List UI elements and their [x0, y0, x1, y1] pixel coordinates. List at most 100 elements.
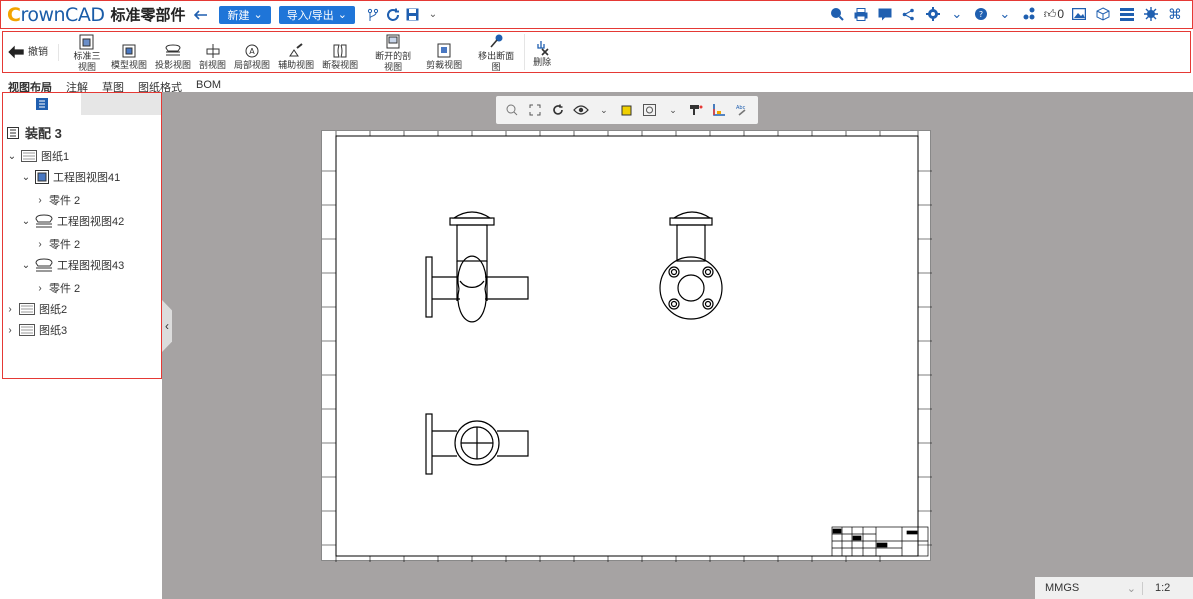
comment-icon[interactable] [876, 5, 894, 23]
side-view [659, 211, 723, 320]
break-view-button[interactable]: 断裂视图 [318, 43, 362, 71]
projection-view-icon [165, 44, 181, 56]
tree-item-part-41[interactable]: › 零件 2 [35, 192, 80, 208]
properties-tab[interactable] [81, 93, 161, 115]
plugin-icon[interactable] [1142, 5, 1160, 23]
section-dropdown-icon[interactable]: ⌄ [664, 101, 682, 119]
image-icon[interactable] [1070, 5, 1088, 23]
display-style-icon[interactable] [618, 101, 636, 119]
tree-item-view41[interactable]: ⌄ 工程图视图41 [21, 169, 120, 185]
share-icon[interactable] [900, 5, 918, 23]
model-view-icon [122, 44, 136, 58]
crowncad-logo[interactable]: CrownCAD [7, 4, 105, 26]
chevron-down-icon[interactable]: ⌄ [21, 172, 31, 183]
ribbon-label: 断裂视图 [322, 60, 359, 70]
import-export-button[interactable]: 导入/导出 ⌄ [278, 5, 355, 24]
print-icon[interactable] [852, 5, 870, 23]
branch-icon[interactable] [363, 5, 383, 25]
tree-tab[interactable] [3, 93, 81, 115]
chevron-down-icon[interactable]: ⌄ [21, 260, 31, 271]
standard-three-view-button[interactable]: 标准三视图 [67, 34, 107, 73]
sheet-icon [19, 303, 35, 315]
visibility-icon[interactable] [572, 101, 590, 119]
refresh-icon[interactable] [383, 5, 403, 25]
help-dropdown-icon[interactable]: ⌄ [996, 5, 1014, 23]
chevron-right-icon[interactable]: › [5, 304, 15, 315]
ribbon-label: 标准三视图 [73, 51, 101, 72]
save-dropdown-icon[interactable]: ⌄ [423, 5, 443, 25]
tree-item-label: 零件 2 [49, 283, 81, 295]
feature-tree-panel: 装配 3 ⌄ 图纸1 ⌄ 工程图视图41 › 零件 2 ⌄ 工程图视图42 › … [2, 92, 162, 379]
break-view-icon [333, 44, 347, 58]
ribbon-label: 剖视图 [199, 60, 227, 70]
ribbon-label: 局部视图 [234, 60, 271, 70]
chevron-down-icon[interactable]: ⌄ [7, 151, 17, 162]
assembly-icon [7, 126, 19, 139]
annotation-toggle-icon[interactable]: Abc [733, 101, 751, 119]
fit-view-icon[interactable] [526, 101, 544, 119]
crop-view-icon [437, 43, 451, 58]
cube-icon[interactable] [1094, 5, 1112, 23]
projection-view-button[interactable]: 投影视图 [151, 43, 195, 71]
tree-root-label: 装配 3 [25, 126, 62, 141]
layers-icon[interactable] [1118, 5, 1136, 23]
detail-view-icon: A [245, 44, 259, 58]
appearance-icon[interactable] [687, 101, 705, 119]
units-select[interactable]: MMGS ⌄ [1035, 581, 1143, 595]
chevron-down-icon[interactable]: ⌄ [21, 216, 31, 227]
front-view [425, 211, 529, 323]
section-display-icon[interactable] [641, 101, 659, 119]
detail-view-button[interactable]: A 局部视图 [230, 43, 274, 71]
tree-item-sheet3[interactable]: › 图纸3 [5, 322, 67, 338]
command-icon[interactable]: ⌘ [1166, 5, 1184, 23]
ribbon-label: 移出断面图 [478, 51, 515, 72]
zoom-icon[interactable] [503, 101, 521, 119]
back-arrow-icon[interactable] [191, 5, 211, 25]
chevron-right-icon[interactable]: › [5, 325, 15, 336]
tree-item-part-42[interactable]: › 零件 2 [35, 236, 80, 252]
chevron-right-icon[interactable]: › [35, 239, 45, 250]
tree-item-label: 零件 2 [49, 195, 81, 207]
visibility-dropdown-icon[interactable]: ⌄ [595, 101, 613, 119]
top-view [425, 413, 529, 475]
network-icon[interactable] [1020, 5, 1038, 23]
tree-item-sheet1[interactable]: ⌄ 图纸1 [7, 148, 69, 164]
undo-button[interactable]: 撤销 [3, 44, 59, 61]
tree-item-sheet2[interactable]: › 图纸2 [5, 301, 67, 317]
search-icon[interactable] [828, 5, 846, 23]
tree-item-view42[interactable]: ⌄ 工程图视图42 [21, 213, 124, 229]
chevron-left-icon: ‹ [165, 319, 169, 333]
rotate-icon[interactable] [549, 101, 567, 119]
removed-section-button[interactable]: 移出断面图 [472, 34, 520, 73]
crop-view-button[interactable]: 剪裁视图 [422, 43, 466, 71]
tree-item-part-43[interactable]: › 零件 2 [35, 280, 80, 296]
settings-dropdown-icon[interactable]: ⌄ [948, 5, 966, 23]
undo-arrow-icon [8, 45, 24, 59]
save-icon[interactable] [403, 5, 423, 25]
delete-button[interactable]: 删除 [529, 40, 555, 68]
new-button[interactable]: 新建 ⌄ [219, 5, 271, 24]
chevron-right-icon[interactable]: › [35, 283, 45, 294]
view-toolbar: ⌄ ⌄ Abc [496, 96, 758, 124]
like-icon[interactable]: 👍︎ 0 [1044, 5, 1064, 23]
section-view-button[interactable]: 剖视图 [195, 43, 230, 71]
scale-value[interactable]: 1:2 [1143, 582, 1170, 594]
axis-icon[interactable] [710, 101, 728, 119]
svg-text:?: ? [979, 10, 983, 19]
chevron-right-icon[interactable]: › [35, 195, 45, 206]
tree-item-label: 工程图视图43 [57, 260, 125, 272]
tree-root[interactable]: 装配 3 [3, 115, 161, 142]
top-right-toolbar: ⌄ ? ⌄ 👍︎ 0 ⌘ [828, 5, 1184, 23]
model-view-button[interactable]: 模型视图 [107, 43, 151, 71]
units-value: MMGS [1045, 581, 1080, 594]
broken-out-section-button[interactable]: 断开的剖视图 [368, 34, 418, 73]
standard-view-icon [79, 34, 94, 50]
status-bar: MMGS ⌄ 1:2 [1035, 577, 1193, 599]
auxiliary-view-icon [289, 43, 303, 57]
settings-icon[interactable] [924, 5, 942, 23]
tree-item-view43[interactable]: ⌄ 工程图视图43 [21, 257, 124, 273]
drawing-content [322, 131, 932, 562]
auxiliary-view-button[interactable]: 辅助视图 [274, 43, 318, 71]
help-icon[interactable]: ? [972, 5, 990, 23]
drawing-sheet[interactable] [321, 130, 932, 562]
